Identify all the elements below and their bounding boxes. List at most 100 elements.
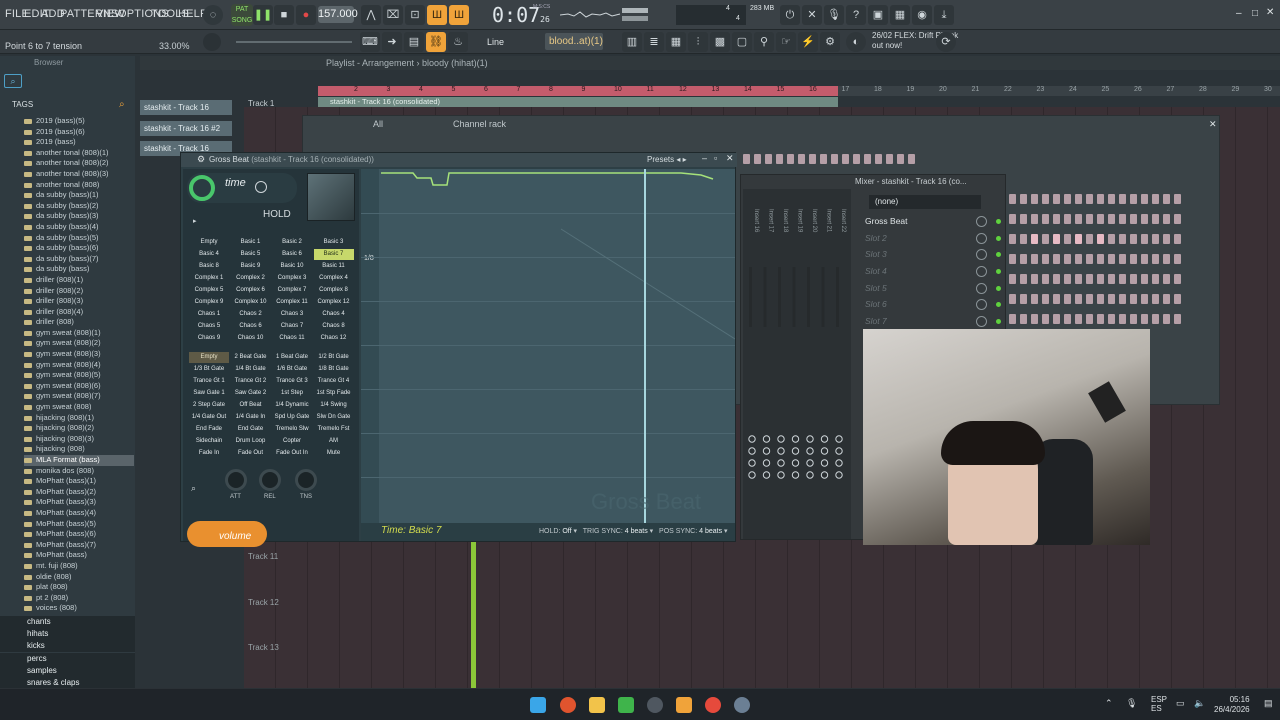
keyboard-icon[interactable]: ⌨ [360,32,380,52]
mixer-route-knob[interactable] [748,447,756,455]
browser-item[interactable]: gym sweat (808)(4) [24,360,134,371]
browser-view-icon[interactable]: ▩ [710,32,730,52]
step-button[interactable] [798,154,805,164]
project-icon[interactable]: ▢ [732,32,752,52]
mixer-route-knob[interactable] [791,459,800,467]
browser-item[interactable]: MoPhatt (bass)(1) [24,476,134,487]
mixer-route-knob[interactable] [806,435,814,443]
help-icon[interactable]: ? [846,5,866,25]
render-icon[interactable]: ⚡ [798,32,818,52]
step-button[interactable] [1163,194,1170,204]
time-preset-button[interactable]: Chaos 6 [231,321,271,332]
mixer-route-knob[interactable] [835,471,843,479]
time-preset-button[interactable]: Chaos 1 [189,309,229,320]
effect-slot[interactable]: Gross Beat [855,213,1005,230]
browser-item[interactable]: oldie (808) [24,572,134,583]
browser-item[interactable]: driller (808)(1) [24,275,134,286]
chat-icon[interactable]: ◉ [912,5,932,25]
volume-preset-button[interactable]: 1/4 Bt Gate [231,364,271,375]
mixer-route-knob[interactable] [835,447,843,455]
step-button[interactable] [1075,294,1082,304]
mixer-fader[interactable] [836,267,839,327]
pause-button[interactable]: ❚❚ [253,5,273,25]
step-button[interactable] [1042,234,1049,244]
slot-mix-knob[interactable] [976,266,987,278]
mic-icon[interactable]: 🎙 [824,5,844,25]
time-preset-button[interactable]: Chaos 4 [314,309,354,320]
step-button[interactable] [1086,274,1093,284]
step-button[interactable] [1097,194,1104,204]
browser-item[interactable]: driller (808)(2) [24,286,134,297]
slot-mix-knob[interactable] [976,249,987,261]
browser-item[interactable]: another tonal (808)(2) [24,158,134,169]
volume-preset-button[interactable]: Fade Out In [272,448,312,459]
step-button[interactable] [1053,194,1060,204]
browser-item[interactable]: 2019 (bass)(6) [24,127,134,138]
settings-app-icon[interactable] [734,697,750,713]
volume-preset-button[interactable]: Empty [189,352,229,363]
step-button[interactable] [1119,294,1126,304]
mixer-fader[interactable] [807,267,810,327]
step-button[interactable] [1108,274,1115,284]
browser-category[interactable]: hihats [0,628,135,641]
step-button[interactable] [1163,314,1170,324]
volume-icon[interactable]: 🔈 [1194,698,1205,709]
browser-item[interactable]: gym sweat (808)(1) [24,328,134,339]
trig-sync-value[interactable]: 4 beats [625,528,648,535]
volume-preset-button[interactable]: 1/4 Swing [314,400,354,411]
effect-slot[interactable]: Slot 3 [855,246,1005,263]
step-button[interactable] [1031,234,1038,244]
step-button[interactable] [1141,234,1148,244]
step-button[interactable] [1163,294,1170,304]
browser-item[interactable]: driller (808)(4) [24,307,134,318]
slot-enable-led[interactable] [996,302,1001,308]
volume-preset-button[interactable]: Tremelo Fst [314,424,354,435]
volume-preset-button[interactable]: 1/2 Bt Gate [314,352,354,363]
step-button[interactable] [1108,194,1115,204]
time-preset-button[interactable]: Basic 3 [314,237,354,248]
time-preset-button[interactable]: Complex 9 [189,297,229,308]
step-button[interactable] [1009,274,1016,284]
browser-item[interactable]: MoPhatt (bass) [24,550,134,561]
mixer-route-knob[interactable] [820,447,829,455]
volume-preset-button[interactable]: 1/4 Gate In [231,412,271,423]
step-button[interactable] [1119,254,1126,264]
step-button[interactable] [1064,194,1071,204]
step-button[interactable] [1075,274,1082,284]
step-button[interactable] [1020,314,1027,324]
timeline-ruler-ext[interactable]: 17 18 19 20 21 22 23 24 25 26 27 28 29 30 [838,86,1280,96]
browser-item[interactable]: driller (808)(3) [24,296,134,307]
chrome-icon[interactable] [705,697,721,713]
track-12-label[interactable]: Track 12 [248,598,279,607]
stop-button[interactable]: ■ [274,5,294,25]
mixer-route-knob[interactable] [748,435,756,443]
step-button[interactable] [831,154,838,164]
step-button[interactable] [1031,214,1038,224]
step-button[interactable] [1009,234,1016,244]
step-button[interactable] [1130,314,1137,324]
time-preset-button[interactable]: Empty [189,237,229,248]
step-button[interactable] [1064,254,1071,264]
browser-item[interactable]: hijacking (808) [24,444,134,455]
close-icon[interactable]: ✕ [1209,116,1217,132]
spreadsheet-icon[interactable] [618,697,634,713]
browser-category[interactable]: percs [0,652,135,665]
effect-slot[interactable]: Slot 6 [855,296,1005,313]
step-button[interactable] [1152,214,1159,224]
record-mode-icon[interactable]: ◌ [203,5,223,25]
pattern-button[interactable]: stashkit - Track 16 #2 [140,121,232,136]
step-button[interactable] [1108,254,1115,264]
brave-icon[interactable] [560,697,576,713]
volume-preset-button[interactable]: Mute [314,448,354,459]
link-icon[interactable]: ⛓ [426,32,446,52]
step-button[interactable] [1020,254,1027,264]
step-button[interactable] [1119,274,1126,284]
step-button[interactable] [1075,234,1082,244]
browser-item[interactable]: da subby (bass)(7) [24,254,134,265]
envelope-curve[interactable] [361,169,735,523]
step-button[interactable] [1163,274,1170,284]
mixer-route-knob[interactable] [762,435,771,443]
download-icon[interactable]: ⤓ [934,5,954,25]
time-preset-button[interactable]: Complex 2 [231,273,271,284]
mixer-view-icon[interactable]: ⫶ [688,32,708,52]
